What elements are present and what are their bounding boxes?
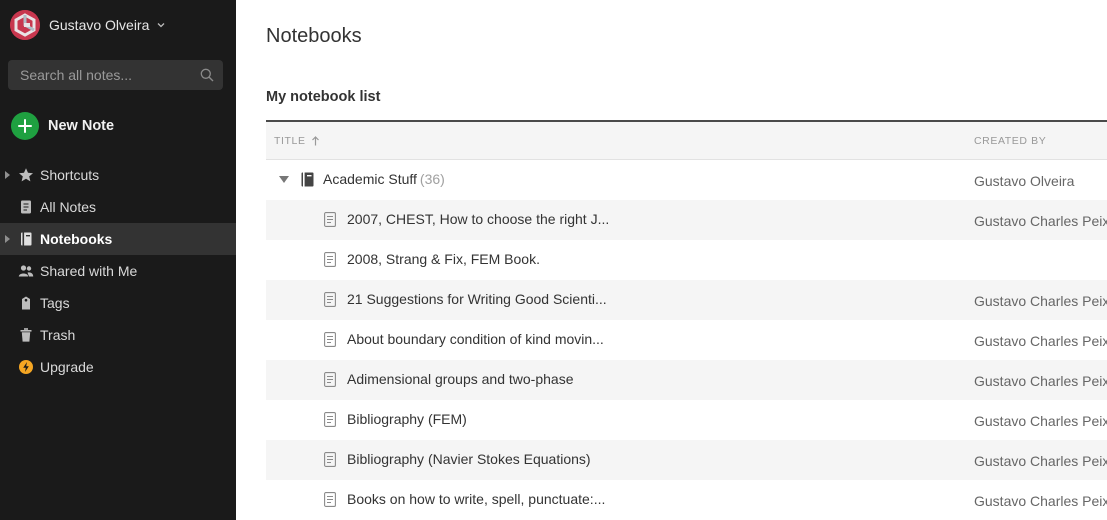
created-by: Gustavo Charles Peix [974,293,1107,309]
note-icon [324,252,336,267]
sidebar-item-all-notes[interactable]: All Notes [0,191,236,223]
notebook-icon [301,172,314,187]
note-title: Adimensional groups and two-phase [347,371,574,387]
new-note-label: New Note [48,118,115,134]
sidebar-item-notebooks[interactable]: Notebooks [0,223,236,255]
sidebar-item-trash[interactable]: Trash [0,319,236,351]
note-icon [324,292,336,307]
sidebar-nav: Shortcuts All Notes Notebooks Shared wit… [0,159,236,383]
notebook-icon [21,232,32,246]
notebook-row[interactable]: Academic Stuff (36) Gustavo Olveira [266,160,1107,200]
table-header: TITLE CREATED BY [266,122,1107,160]
note-row[interactable]: Bibliography (Navier Stokes Equations) G… [266,440,1107,480]
sidebar-item-label: All Notes [40,199,97,215]
sidebar-item-label: Notebooks [40,231,113,247]
account-switcher[interactable]: Gustavo Olveira [10,9,166,40]
plus-icon [11,112,39,140]
note-icon [324,492,336,507]
section-title: My notebook list [266,89,381,105]
sidebar-item-tags[interactable]: Tags [0,287,236,319]
sidebar-item-shortcuts[interactable]: Shortcuts [0,159,236,191]
sidebar-item-upgrade[interactable]: Upgrade [0,351,236,383]
note-row[interactable]: 2007, CHEST, How to choose the right J..… [266,200,1107,240]
lightning-icon [19,360,33,374]
expand-caret-icon[interactable] [5,171,10,179]
sidebar-item-shared-with-me[interactable]: Shared with Me [0,255,236,287]
note-title: Books on how to write, spell, punctuate:… [347,491,606,507]
note-icon [324,332,336,347]
note-row[interactable]: 21 Suggestions for Writing Good Scienti.… [266,280,1107,320]
tag-icon [22,296,30,310]
notebook-table: Academic Stuff (36) Gustavo Olveira 2007,… [266,160,1107,520]
note-icon [21,200,31,214]
sidebar-item-label: Trash [40,327,76,343]
note-icon [324,412,336,427]
note-row[interactable]: Bibliography (FEM) Gustavo Charles Peix [266,400,1107,440]
column-header-title[interactable]: TITLE [274,135,320,147]
new-note-button[interactable]: New Note [11,112,114,140]
note-title: 2008, Strang & Fix, FEM Book. [347,251,540,267]
sort-ascending-icon [311,136,319,146]
note-title: Bibliography (Navier Stokes Equations) [347,451,591,467]
sidebar-item-label: Tags [40,295,70,311]
note-title: 2007, CHEST, How to choose the right J..… [347,211,610,227]
account-name: Gustavo Olveira [49,16,150,33]
search-input[interactable] [8,60,223,90]
collapse-caret-icon[interactable] [279,176,289,183]
note-icon [324,452,336,467]
notebook-name-text: Academic Stuff [323,171,417,187]
created-by: Gustavo Charles Peix [974,413,1107,429]
created-by: Gustavo Charles Peix [974,213,1107,229]
main-content: Notebooks My notebook list TITLE CREATED… [236,0,1107,520]
notebook-note-count: (36) [419,171,445,187]
note-icon [324,372,336,387]
created-by: Gustavo Charles Peix [974,493,1107,509]
column-header-created-by[interactable]: CREATED BY [974,135,1046,147]
note-row[interactable]: About boundary condition of kind movin..… [266,320,1107,360]
column-header-label: TITLE [274,135,306,147]
expand-caret-icon[interactable] [5,235,10,243]
note-title: Bibliography (FEM) [347,411,467,427]
search-box [8,60,223,90]
page-title: Notebooks [266,25,362,47]
sidebar: Gustavo Olveira New Note Shortcuts [0,0,236,520]
sidebar-item-label: Shortcuts [40,167,100,183]
note-title: 21 Suggestions for Writing Good Scienti.… [347,291,607,307]
created-by: Gustavo Charles Peix [974,333,1107,349]
trash-icon [20,328,32,342]
created-by: Gustavo Charles Peix [974,453,1107,469]
star-icon [19,168,33,182]
note-title: About boundary condition of kind movin..… [347,331,604,347]
notebook-name: Academic Stuff (36) [323,171,445,187]
note-row[interactable]: Books on how to write, spell, punctuate:… [266,480,1107,520]
note-row[interactable]: Adimensional groups and two-phase Gustav… [266,360,1107,400]
people-icon [18,265,34,277]
created-by: Gustavo Olveira [974,173,1075,189]
note-row[interactable]: 2008, Strang & Fix, FEM Book. [266,240,1107,280]
sidebar-item-label: Upgrade [40,359,94,375]
created-by: Gustavo Charles Peix [974,373,1107,389]
search-icon[interactable] [200,68,214,82]
sidebar-item-label: Shared with Me [40,263,138,279]
avatar [10,9,40,40]
note-icon [324,212,336,227]
chevron-down-icon [157,22,165,27]
